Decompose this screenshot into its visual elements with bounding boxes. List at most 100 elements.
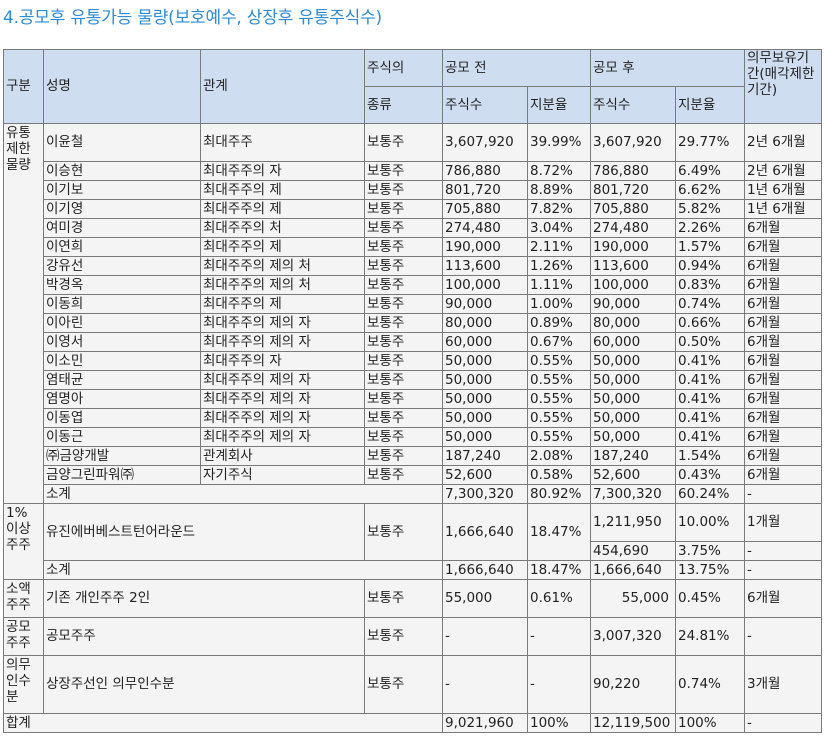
lockup-cell: 6개월: [744, 579, 822, 618]
total-label: 합계: [3, 713, 443, 733]
table-row: 염태균 최대주주의 제의 자 보통주 50,000 0.55% 50,000 0.41% 6개…: [4, 370, 822, 390]
after-ratio-cell: 0.41%: [675, 351, 745, 371]
header-stock-type-bottom: 종류: [364, 86, 443, 124]
after-ratio-cell: 1.54%: [675, 446, 745, 466]
before-shares-cell: 90,000: [442, 294, 528, 314]
table-row: 이동희 최대주주의 제 보통주 90,000 1.00% 90,000 0.74% 6개월: [4, 294, 822, 314]
after-shares-cell: 801,720: [590, 180, 676, 200]
shareholder-name: 여미경: [43, 218, 201, 238]
before-shares-cell: 50,000: [442, 408, 528, 428]
lockup-cell: 1개월: [744, 503, 822, 542]
after-ratio-cell: 6.62%: [675, 180, 745, 200]
subtotal-row: 소계 7,300,320 80.92% 7,300,320 60.24% -: [4, 484, 822, 504]
table-row: 이동엽 최대주주의 제의 자 보통주 50,000 0.55% 50,000 0.41% 6개…: [4, 408, 822, 428]
after-ratio-cell: 10.00%: [675, 503, 745, 542]
stock-type-cell: 보통주: [364, 408, 443, 428]
before-ratio-cell: 1.11%: [527, 275, 591, 295]
before-shares-cell: 100,000: [442, 275, 528, 295]
lockup-cell: -: [744, 713, 822, 733]
after-ratio-cell: 13.75%: [675, 560, 745, 580]
relation-cell: 최대주주의 제의 자: [200, 408, 365, 428]
relation-cell: 최대주주의 제의 자: [200, 313, 365, 333]
shareholder-name: 이기영: [43, 199, 201, 219]
before-ratio-cell: 2.11%: [527, 237, 591, 257]
shareholder-name: 이동엽: [43, 408, 201, 428]
relation-cell: 최대주주의 제: [200, 180, 365, 200]
relation-cell: 자기주식: [200, 465, 365, 485]
relation-cell: 최대주주의 제의 자: [200, 370, 365, 390]
header-stock-type-top: 주식의: [364, 49, 443, 87]
after-ratio-cell: 5.82%: [675, 199, 745, 219]
after-ratio-cell: 100%: [675, 713, 745, 733]
before-ratio-cell: 0.55%: [527, 389, 591, 409]
lockup-cell: 2년 6개월: [744, 123, 822, 162]
stock-type-cell: 보통주: [364, 655, 443, 714]
header-after: 공모 후: [590, 49, 745, 87]
relation-cell: 최대주주의 제: [200, 237, 365, 257]
relation-cell: 최대주주의 제: [200, 199, 365, 219]
stock-type-cell: 보통주: [364, 275, 443, 295]
before-ratio-cell: -: [527, 655, 591, 714]
group-label-restricted: 유통제한물량: [3, 123, 44, 504]
lockup-cell: 3개월: [744, 655, 822, 714]
table-row: 염명아 최대주주의 제의 자 보통주 50,000 0.55% 50,000 0.41% 6개…: [4, 389, 822, 409]
shareholder-name: 이연희: [43, 237, 201, 257]
before-shares-cell: 80,000: [442, 313, 528, 333]
lockup-cell: -: [744, 541, 822, 561]
distribution-table: 구분 성명 관계 주식의 공모 전 공모 후 의무보유기간(매각제한기간) 종류…: [3, 49, 822, 733]
table-row: 이소민 최대주주의 자 보통주 50,000 0.55% 50,000 0.41% 6개월: [4, 351, 822, 371]
before-shares-cell: 705,880: [442, 199, 528, 219]
relation-cell: 최대주주의 처: [200, 218, 365, 238]
relation-cell: 최대주주의 제의 자: [200, 427, 365, 447]
before-shares-cell: 190,000: [442, 237, 528, 257]
after-shares-cell: 705,880: [590, 199, 676, 219]
table-row: 이기영 최대주주의 제 보통주 705,880 7.82% 705,880 5.82% 1년 …: [4, 199, 822, 219]
shareholder-name: 이아린: [43, 313, 201, 333]
after-shares-cell: 90,000: [590, 294, 676, 314]
stock-type-cell: 보통주: [364, 180, 443, 200]
before-shares-cell: 50,000: [442, 351, 528, 371]
after-shares-cell: 55,000: [590, 579, 676, 618]
after-ratio-cell: 29.77%: [675, 123, 745, 162]
shareholder-name: 이소민: [43, 351, 201, 371]
stock-type-cell: 보통주: [364, 313, 443, 333]
before-ratio-cell: 1.26%: [527, 256, 591, 276]
shareholder-name: 이동근: [43, 427, 201, 447]
lockup-cell: 6개월: [744, 275, 822, 295]
table-row: 금양그린파워㈜ 자기주식 보통주 52,600 0.58% 52,600 0.43% 6개월: [4, 465, 822, 485]
lockup-cell: 6개월: [744, 446, 822, 466]
after-shares-cell: 3,007,320: [590, 617, 676, 656]
lockup-cell: -: [744, 617, 822, 656]
header-after-ratio: 지분율: [675, 86, 745, 124]
header-after-shares: 주식수: [590, 86, 676, 124]
lockup-cell: 6개월: [744, 370, 822, 390]
after-ratio-cell: 3.75%: [675, 541, 745, 561]
header-name: 성명: [43, 49, 201, 124]
total-row: 합계 9,021,960 100% 12,119,500 100% -: [3, 713, 822, 733]
shareholder-name: 금양그린파워㈜: [43, 465, 201, 485]
before-ratio-cell: 18.47%: [527, 503, 591, 561]
stock-type-cell: 보통주: [364, 332, 443, 352]
relation-cell: 최대주주의 제의 처: [200, 275, 365, 295]
header-category: 구분: [3, 49, 44, 124]
relation-cell: 최대주주의 제의 자: [200, 389, 365, 409]
after-ratio-cell: 0.66%: [675, 313, 745, 333]
lockup-cell: -: [744, 484, 822, 504]
before-shares-cell: 50,000: [442, 370, 528, 390]
before-ratio-cell: 0.58%: [527, 465, 591, 485]
lockup-cell: 6개월: [744, 427, 822, 447]
lockup-cell: 6개월: [744, 218, 822, 238]
before-ratio-cell: 0.55%: [527, 351, 591, 371]
before-ratio-cell: 0.55%: [527, 427, 591, 447]
after-shares-cell: 274,480: [590, 218, 676, 238]
after-ratio-cell: 6.49%: [675, 161, 745, 181]
after-ratio-cell: 0.94%: [675, 256, 745, 276]
shareholder-name: 염명아: [43, 389, 201, 409]
before-shares-cell: 1,666,640: [442, 503, 528, 561]
table-row: ㈜금양개발 관계회사 보통주 187,240 2.08% 187,240 1.54% 6개월: [4, 446, 822, 466]
after-shares-cell: 1,211,950: [590, 503, 676, 542]
lockup-cell: 1년 6개월: [744, 180, 822, 200]
table-row: 1% 이상 주주 유진에버베스트턴어라운드 보통주 1,666,640 18.47% 1,…: [3, 503, 822, 580]
after-shares-cell: 50,000: [590, 389, 676, 409]
before-shares-cell: 786,880: [442, 161, 528, 181]
